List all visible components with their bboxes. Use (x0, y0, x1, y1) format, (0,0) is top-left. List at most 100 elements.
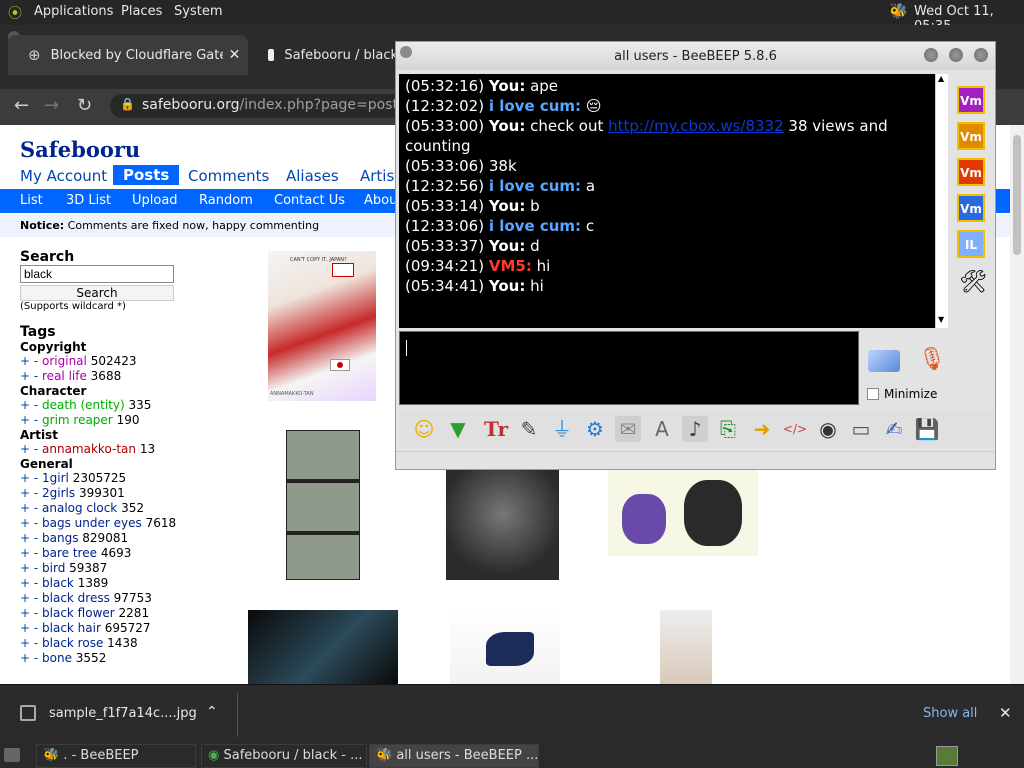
tag-add-remove[interactable]: + - (20, 606, 42, 620)
send-folder-icon[interactable]: ➜ (749, 416, 775, 442)
taskbar-item-chrome[interactable]: ◉ Safebooru / black - ... (201, 744, 367, 768)
subnav-list[interactable]: List (20, 193, 43, 208)
post-thumbnail[interactable] (286, 430, 360, 580)
tab-safebooru[interactable]: Safebooru / black (248, 35, 398, 75)
tag-link[interactable]: black (42, 576, 74, 590)
tag-link[interactable]: bare tree (42, 546, 97, 560)
tag-link[interactable]: bone (42, 651, 72, 665)
tag-add-remove[interactable]: + - (20, 516, 42, 530)
tag-link[interactable]: bags under eyes (42, 516, 142, 530)
nav-aliases[interactable]: Aliases (286, 167, 339, 185)
send-message-icon[interactable] (868, 350, 900, 372)
tag-link[interactable]: analog clock (42, 501, 117, 515)
address-bar[interactable]: 🔒 safebooru.org/index.php?page=post&s=l (110, 94, 410, 118)
subnav-3d-list[interactable]: 3D List (66, 193, 111, 208)
scroll-up-icon[interactable]: ▲ (938, 74, 944, 83)
nav-comments[interactable]: Comments (188, 167, 269, 185)
filter-icon[interactable]: ⏚ (549, 416, 575, 442)
spellcheck-icon[interactable]: A (649, 416, 675, 442)
tag-add-remove[interactable]: + - (20, 398, 42, 412)
menu-applications[interactable]: Applications (34, 4, 113, 19)
tag-link[interactable]: original (42, 354, 87, 368)
tag-add-remove[interactable]: + - (20, 501, 42, 515)
edit-note-icon[interactable]: ✍ (881, 416, 907, 442)
tag-link[interactable]: death (entity) (42, 398, 125, 412)
subnav-random[interactable]: Random (199, 193, 253, 208)
tag-link[interactable]: black rose (42, 636, 103, 650)
nav-my-account[interactable]: My Account (20, 167, 107, 185)
user-badge[interactable]: Vm (957, 158, 985, 186)
tag-link[interactable]: real life (42, 369, 87, 383)
tag-link[interactable]: annamakko-tan (42, 442, 136, 456)
mark-read-icon[interactable]: ✉ (615, 416, 641, 442)
close-window-icon[interactable] (974, 48, 988, 62)
nav-posts[interactable]: Posts (113, 165, 180, 185)
bee-tray-icon[interactable]: 🐝 (889, 2, 908, 20)
chat-link[interactable]: http://my.cbox.ws/8332 (608, 117, 784, 135)
tag-add-remove[interactable]: + - (20, 621, 42, 635)
tag-link[interactable]: 2girls (42, 486, 75, 500)
tag-link[interactable]: bangs (42, 531, 78, 545)
settings-gear-icon[interactable]: ⚙ (582, 416, 608, 442)
tag-add-remove[interactable]: + - (20, 413, 42, 427)
maximize-window-icon[interactable] (949, 48, 963, 62)
reload-icon[interactable]: ↻ (77, 95, 92, 116)
user-badge[interactable]: Vm (957, 86, 985, 114)
tag-add-remove[interactable]: + - (20, 531, 42, 545)
search-input[interactable] (20, 265, 174, 283)
clear-chat-icon[interactable]: ▭ (848, 416, 874, 442)
tag-add-remove[interactable]: + - (20, 354, 42, 368)
taskbar-item-beebeep-chat[interactable]: 🐝 all users - BeeBEEP ... (369, 744, 539, 768)
menu-places[interactable]: Places (121, 4, 162, 19)
tag-link[interactable]: 1girl (42, 471, 69, 485)
show-desktop-icon[interactable] (4, 748, 20, 762)
scroll-down-icon[interactable]: ▼ (938, 315, 944, 324)
user-badge[interactable]: IL (957, 230, 985, 258)
post-thumbnail[interactable]: CAN'T COPY IT, JAPAN? ANNAMAKKO-TAN (268, 251, 376, 401)
forward-arrow-icon[interactable]: → (44, 95, 59, 116)
chevron-up-icon[interactable]: ⌃ (206, 704, 218, 720)
tag-add-remove[interactable]: + - (20, 636, 42, 650)
user-badge[interactable]: Vm (957, 122, 985, 150)
chat-scrollbar[interactable]: ▲ ▼ (935, 74, 948, 328)
tag-add-remove[interactable]: + - (20, 486, 42, 500)
message-input[interactable] (399, 331, 859, 405)
site-title[interactable]: Safebooru (20, 137, 140, 162)
show-all-downloads[interactable]: Show all (923, 706, 977, 721)
tools-icon[interactable]: 🛠 (959, 270, 987, 295)
post-thumbnail[interactable] (608, 470, 758, 556)
beebeep-titlebar[interactable]: all users - BeeBEEP 5.8.6 (396, 42, 995, 70)
tag-link[interactable]: black dress (42, 591, 110, 605)
tag-add-remove[interactable]: + - (20, 442, 42, 456)
workspace-switcher-icon[interactable] (936, 746, 958, 766)
subnav-contact[interactable]: Contact Us (274, 193, 345, 208)
post-thumbnail[interactable] (660, 610, 712, 684)
emoticon-icon[interactable]: ☺ (411, 416, 437, 442)
chat-log[interactable]: (05:32:16) You: ape (12:32:02) i love cum… (399, 74, 936, 328)
taskbar-item-beebeep[interactable]: 🐝 . - BeeBEEP (36, 744, 196, 768)
screenshot-icon[interactable]: ◉ (815, 416, 841, 442)
page-scrollbar[interactable] (1010, 125, 1024, 684)
minimize-window-icon[interactable] (924, 48, 938, 62)
scroll-thumb[interactable] (1013, 135, 1021, 255)
close-download-bar-icon[interactable]: ✕ (999, 704, 1012, 722)
tag-link[interactable]: black flower (42, 606, 115, 620)
user-badge[interactable]: Vm (957, 194, 985, 222)
sound-notification-icon[interactable]: ♪ (682, 416, 708, 442)
window-menu-icon[interactable] (400, 46, 412, 58)
close-tab-icon[interactable]: ✕ (229, 47, 241, 63)
post-thumbnail[interactable] (248, 610, 398, 684)
download-filename[interactable]: sample_f1f7a14c....jpg (49, 706, 197, 721)
distro-logo-icon[interactable]: ⦿ (8, 3, 22, 23)
tag-add-remove[interactable]: + - (20, 576, 42, 590)
post-thumbnail[interactable] (446, 470, 559, 580)
menu-system[interactable]: System (174, 4, 222, 19)
tag-add-remove[interactable]: + - (20, 591, 42, 605)
tag-add-remove[interactable]: + - (20, 546, 42, 560)
send-file-icon[interactable]: ⎘ (715, 416, 741, 442)
back-arrow-icon[interactable]: ← (14, 95, 29, 116)
font-icon[interactable]: Tr (483, 416, 509, 442)
tag-add-remove[interactable]: + - (20, 471, 42, 485)
color-picker-icon[interactable]: ✎ (516, 416, 542, 442)
download-icon[interactable]: ▼ (445, 416, 471, 442)
